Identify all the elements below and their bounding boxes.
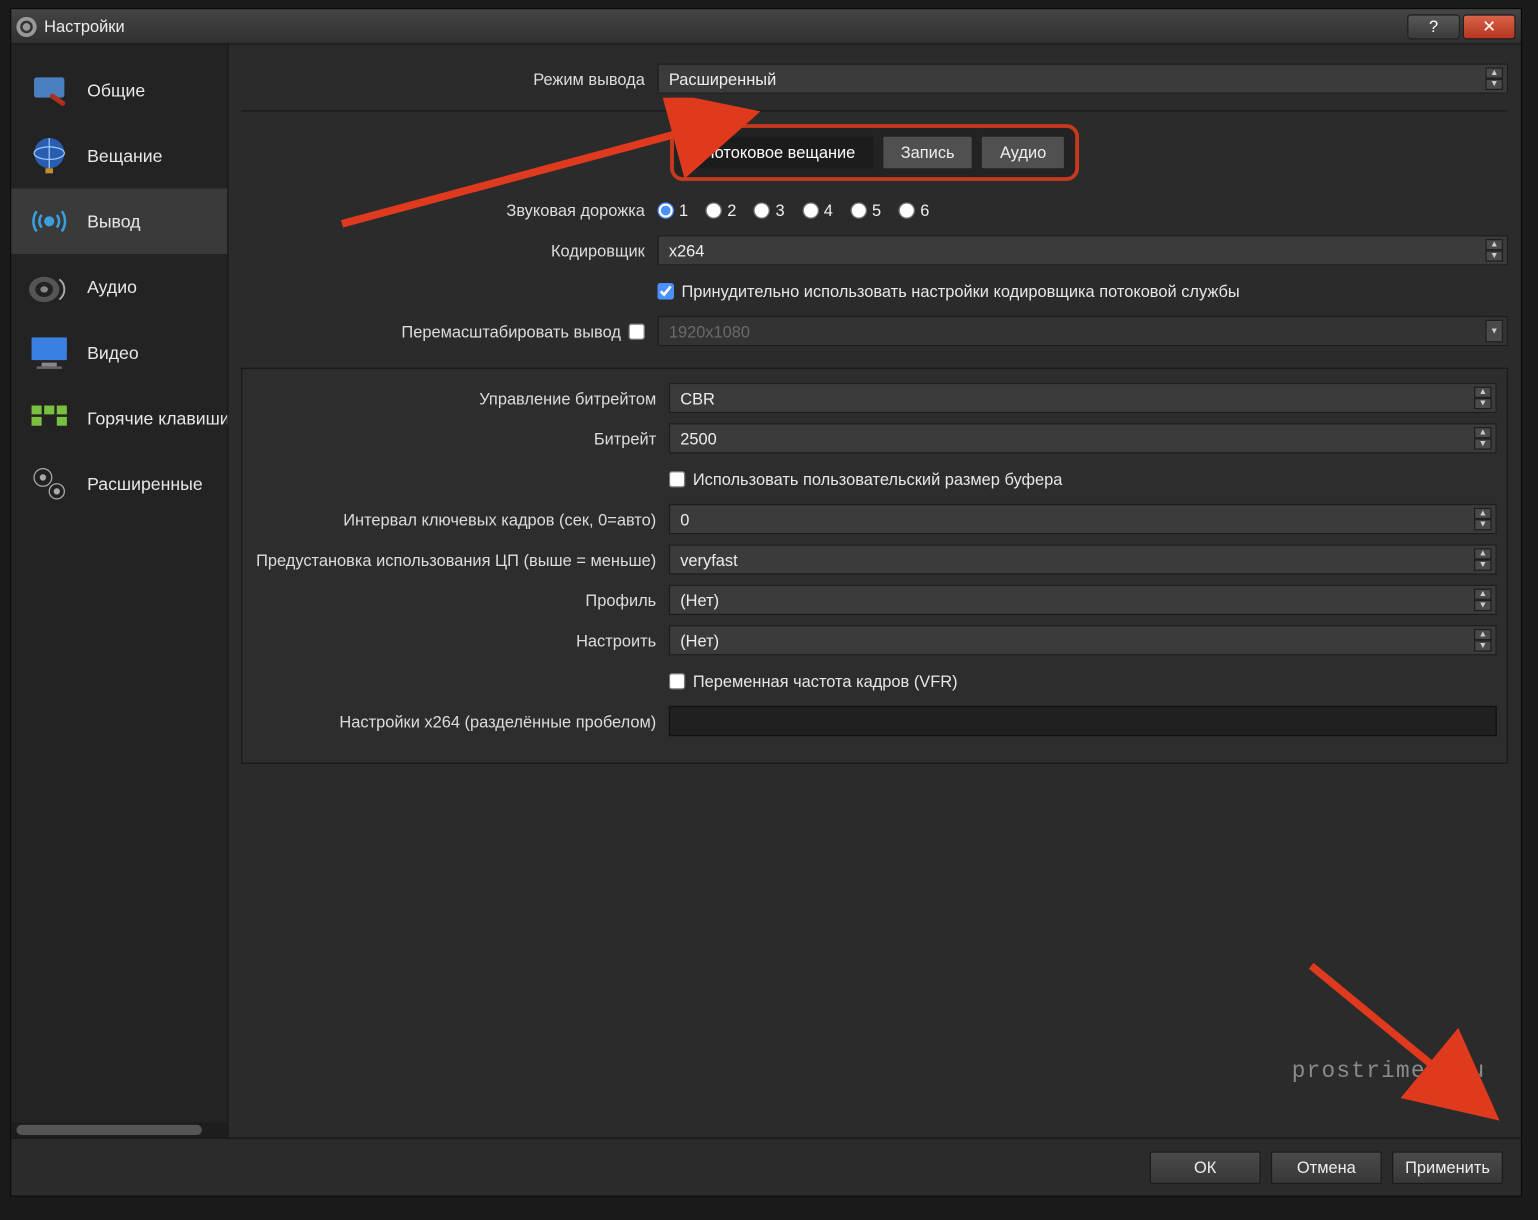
- sidebar: Общие Вещание Вывод Аудио: [11, 45, 228, 1138]
- rescale-select: 1920x1080 ▼: [658, 316, 1509, 346]
- rescale-label: Перемасштабировать вывод: [401, 322, 620, 341]
- window-title: Настройки: [44, 17, 1404, 36]
- annotation-arrow-icon: [1299, 953, 1514, 1130]
- keyboard-icon: [24, 393, 74, 443]
- output-mode-label: Режим вывода: [241, 69, 657, 88]
- audio-track-6[interactable]: 6: [899, 200, 930, 219]
- keyframe-label: Интервал ключевых кадров (сек, 0=авто): [252, 510, 668, 529]
- cpu-preset-label: Предустановка использования ЦП (выше = м…: [252, 550, 668, 569]
- tab-audio[interactable]: Аудио: [981, 135, 1065, 169]
- rescale-value: 1920x1080: [669, 322, 750, 341]
- vfr-checkbox[interactable]: [669, 672, 685, 688]
- audio-track-4[interactable]: 4: [802, 200, 833, 219]
- speaker-icon: [24, 262, 74, 312]
- keyframe-value: 0: [680, 510, 689, 529]
- app-icon: [16, 16, 36, 36]
- output-mode-value: Расширенный: [669, 69, 776, 88]
- sidebar-item-label: Вывод: [87, 211, 140, 231]
- globe-icon: [24, 130, 74, 180]
- gears-icon: [24, 459, 74, 509]
- sidebar-item-label: Аудио: [87, 277, 137, 297]
- tabs-highlight: Потоковое вещание Запись Аудио: [670, 124, 1079, 181]
- audio-track-3[interactable]: 3: [754, 200, 785, 219]
- sidebar-item-label: Горячие клавиши: [87, 408, 227, 428]
- help-button[interactable]: ?: [1407, 14, 1460, 39]
- settings-window: Настройки ? ✕ Общие Вещание: [10, 8, 1522, 1197]
- sidebar-item-stream[interactable]: Вещание: [11, 123, 227, 189]
- close-button[interactable]: ✕: [1463, 14, 1516, 39]
- ok-button[interactable]: ОК: [1150, 1151, 1261, 1184]
- divider: [241, 110, 1508, 111]
- audio-track-2[interactable]: 2: [706, 200, 737, 219]
- audio-track-5[interactable]: 5: [851, 200, 882, 219]
- enforce-label: Принудительно использовать настройки код…: [681, 281, 1239, 300]
- apply-button[interactable]: Применить: [1392, 1151, 1503, 1184]
- encoder-select[interactable]: x264 ▲▼: [658, 235, 1509, 265]
- encoder-settings-group: Управление битрейтом CBR ▲▼ Битрейт 2500…: [241, 368, 1508, 764]
- sidebar-item-audio[interactable]: Аудио: [11, 254, 227, 320]
- monitor-icon: [24, 327, 74, 377]
- cancel-button[interactable]: Отмена: [1271, 1151, 1382, 1184]
- sidebar-item-label: Вещание: [87, 146, 162, 166]
- audio-track-label: Звуковая дорожка: [241, 200, 657, 219]
- custom-buffer-checkbox[interactable]: [669, 471, 685, 487]
- encoder-label: Кодировщик: [241, 241, 657, 260]
- rate-control-select[interactable]: CBR ▲▼: [669, 383, 1497, 413]
- sidebar-item-label: Видео: [87, 342, 139, 362]
- wrench-icon: [24, 65, 74, 115]
- broadcast-icon: [24, 196, 74, 246]
- sidebar-item-hotkeys[interactable]: Горячие клавиши: [11, 385, 227, 451]
- rate-control-label: Управление битрейтом: [252, 388, 668, 407]
- cpu-preset-value: veryfast: [680, 550, 737, 569]
- audio-track-1[interactable]: 1: [658, 200, 689, 219]
- profile-select[interactable]: (Нет) ▲▼: [669, 585, 1497, 615]
- keyframe-input[interactable]: 0 ▲▼: [669, 504, 1497, 534]
- tune-select[interactable]: (Нет) ▲▼: [669, 625, 1497, 655]
- profile-value: (Нет): [680, 590, 719, 609]
- sidebar-scrollbar[interactable]: [11, 1122, 227, 1137]
- sidebar-item-general[interactable]: Общие: [11, 57, 227, 123]
- titlebar: Настройки ? ✕: [11, 9, 1520, 44]
- audio-track-radios: 1 2 3 4 5 6: [658, 200, 1509, 219]
- tab-recording[interactable]: Запись: [882, 135, 974, 169]
- tune-value: (Нет): [680, 631, 719, 650]
- x264opts-label: Настройки x264 (разделённые пробелом): [252, 712, 668, 731]
- sidebar-item-video[interactable]: Видео: [11, 320, 227, 386]
- enforce-checkbox[interactable]: [658, 282, 674, 298]
- sidebar-item-output[interactable]: Вывод: [11, 188, 227, 254]
- vfr-label: Переменная частота кадров (VFR): [693, 671, 958, 690]
- bitrate-input[interactable]: 2500 ▲▼: [669, 423, 1497, 453]
- profile-label: Профиль: [252, 590, 668, 609]
- sidebar-item-label: Расширенные: [87, 474, 203, 494]
- encoder-value: x264: [669, 241, 705, 260]
- dialog-footer: ОК Отмена Применить: [11, 1137, 1520, 1195]
- bitrate-label: Битрейт: [252, 429, 668, 448]
- watermark-text: prostrimer.ru: [1292, 1059, 1486, 1084]
- tab-streaming[interactable]: Потоковое вещание: [684, 135, 874, 169]
- bitrate-value: 2500: [680, 429, 716, 448]
- tune-label: Настроить: [252, 631, 668, 650]
- sidebar-item-label: Общие: [87, 80, 145, 100]
- rate-control-value: CBR: [680, 388, 715, 407]
- main-panel: Режим вывода Расширенный ▲▼ Потоковое ве…: [228, 45, 1520, 1138]
- x264opts-input[interactable]: [669, 706, 1497, 736]
- rescale-checkbox[interactable]: [628, 323, 644, 339]
- custom-buffer-label: Использовать пользовательский размер буф…: [693, 469, 1063, 488]
- output-mode-select[interactable]: Расширенный ▲▼: [658, 64, 1509, 94]
- cpu-preset-select[interactable]: veryfast ▲▼: [669, 544, 1497, 574]
- sidebar-item-advanced[interactable]: Расширенные: [11, 451, 227, 517]
